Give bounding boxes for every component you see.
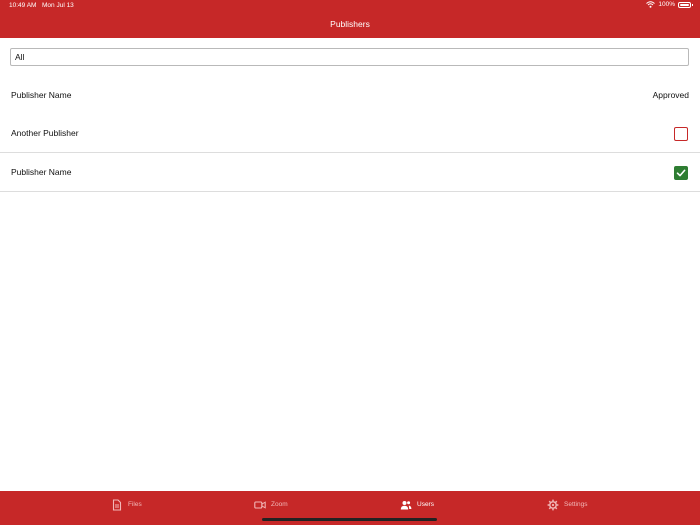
battery-percent: 100% [658, 1, 675, 8]
tab-files[interactable]: Files [111, 491, 142, 518]
status-bar: 10:49 AM Mon Jul 13 100% [0, 0, 700, 12]
navigation-header: 10:49 AM Mon Jul 13 100% Publishers [0, 0, 700, 38]
column-approved: Approved [652, 90, 689, 100]
status-date: Mon Jul 13 [42, 2, 74, 9]
filter-input[interactable] [10, 48, 689, 66]
battery-icon [678, 1, 693, 8]
publisher-name: Publisher Name [11, 167, 72, 177]
tab-zoom[interactable]: Zoom [254, 491, 288, 518]
tab-settings[interactable]: Settings [547, 491, 588, 518]
approved-checkbox[interactable] [674, 127, 688, 141]
status-indicators: 100% [646, 1, 693, 8]
tab-label: Files [128, 501, 142, 508]
publisher-name: Another Publisher [11, 128, 79, 138]
tab-label: Settings [564, 501, 588, 508]
status-time: 10:49 AM [9, 2, 37, 9]
list-header: Publisher Name Approved [0, 85, 700, 105]
tab-label: Zoom [271, 501, 288, 508]
page-title: Publishers [330, 19, 370, 29]
approved-checkbox[interactable] [674, 166, 688, 180]
tab-label: Users [417, 501, 434, 508]
tab-users[interactable]: Users [400, 491, 434, 518]
checkmark-icon [676, 169, 686, 177]
video-camera-icon [254, 500, 266, 509]
users-icon [400, 500, 412, 509]
gear-icon [547, 499, 559, 510]
publisher-row[interactable]: Another Publisher [0, 114, 700, 153]
home-indicator[interactable] [262, 518, 437, 521]
document-icon [112, 498, 122, 511]
publisher-row[interactable]: Publisher Name [0, 153, 700, 192]
column-publisher-name: Publisher Name [11, 90, 72, 100]
wifi-icon [646, 1, 656, 8]
